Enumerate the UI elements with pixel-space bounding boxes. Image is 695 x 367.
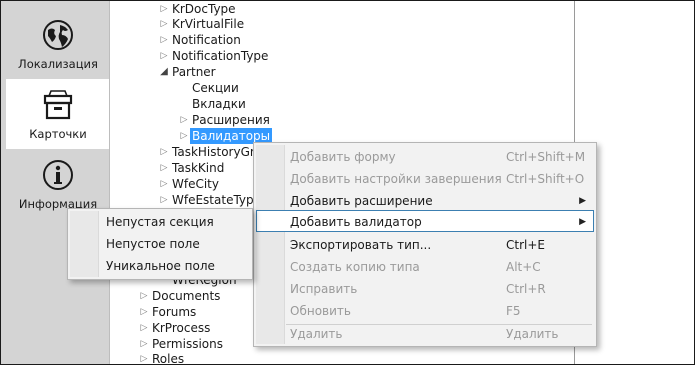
expand-arrow-icon[interactable]: ▷ [158,32,170,48]
expand-arrow-icon[interactable]: ▷ [178,128,190,144]
menu-item-add-completion-settings[interactable]: Добавить настройки завершения Ctrl+Shift… [256,168,594,190]
menu-item-add-validator[interactable]: Добавить валидатор ▶ [256,210,594,232]
nav-localization-label: Локализация [18,57,98,71]
box-icon [43,90,73,120]
submenu-arrow-icon: ▶ [579,217,586,227]
menu-item-fix[interactable]: Исправить Ctrl+R [256,278,594,300]
left-navigation: Локализация Карточки Информация [1,1,110,364]
submenu-item-nonempty-field[interactable]: Непустое поле [70,233,250,255]
expand-arrow-icon[interactable]: ▷ [138,288,150,304]
info-icon [43,160,73,190]
expand-arrow-icon[interactable]: ▷ [138,320,150,336]
validator-submenu: Непустая секция Непустое поле Уникальное… [67,208,253,280]
nav-cards-button[interactable]: Карточки [6,79,110,149]
submenu-item-nonempty-section[interactable]: Непустая секция [70,211,250,233]
submenu-arrow-icon: ▶ [579,196,586,206]
expand-arrow-icon[interactable]: ▷ [138,304,150,320]
nav-localization-button[interactable]: Локализация [6,9,110,79]
expand-arrow-icon[interactable]: ▷ [158,1,170,17]
context-menu: Добавить форму Ctrl+Shift+M Добавить нас… [253,142,597,347]
collapse-arrow-icon[interactable]: ◢ [158,64,170,80]
globe-icon [43,20,73,50]
nav-cards-label: Карточки [29,127,87,141]
menu-item-export-type[interactable]: Экспортировать тип... Ctrl+E [256,234,594,256]
expand-arrow-icon[interactable]: ▷ [158,16,170,32]
menu-item-add-extension[interactable]: Добавить расширение ▶ [256,190,594,212]
expand-arrow-icon[interactable]: ▷ [158,176,170,192]
menu-item-add-form[interactable]: Добавить форму Ctrl+Shift+M [256,146,594,168]
expand-arrow-icon[interactable]: ▷ [178,112,190,128]
expand-arrow-icon[interactable]: ▷ [158,192,170,208]
submenu-item-unique-field[interactable]: Уникальное поле [70,255,250,277]
menu-item-delete[interactable]: Удалить Удалить [256,323,594,345]
expand-arrow-icon[interactable]: ▷ [158,48,170,64]
menu-item-refresh[interactable]: Обновить F5 [256,300,594,322]
expand-arrow-icon[interactable]: ▷ [138,336,150,352]
expand-arrow-icon[interactable]: ▷ [158,160,170,176]
menu-item-copy-type[interactable]: Создать копию типа Alt+C [256,256,594,278]
expand-arrow-icon[interactable]: ▷ [158,144,170,160]
